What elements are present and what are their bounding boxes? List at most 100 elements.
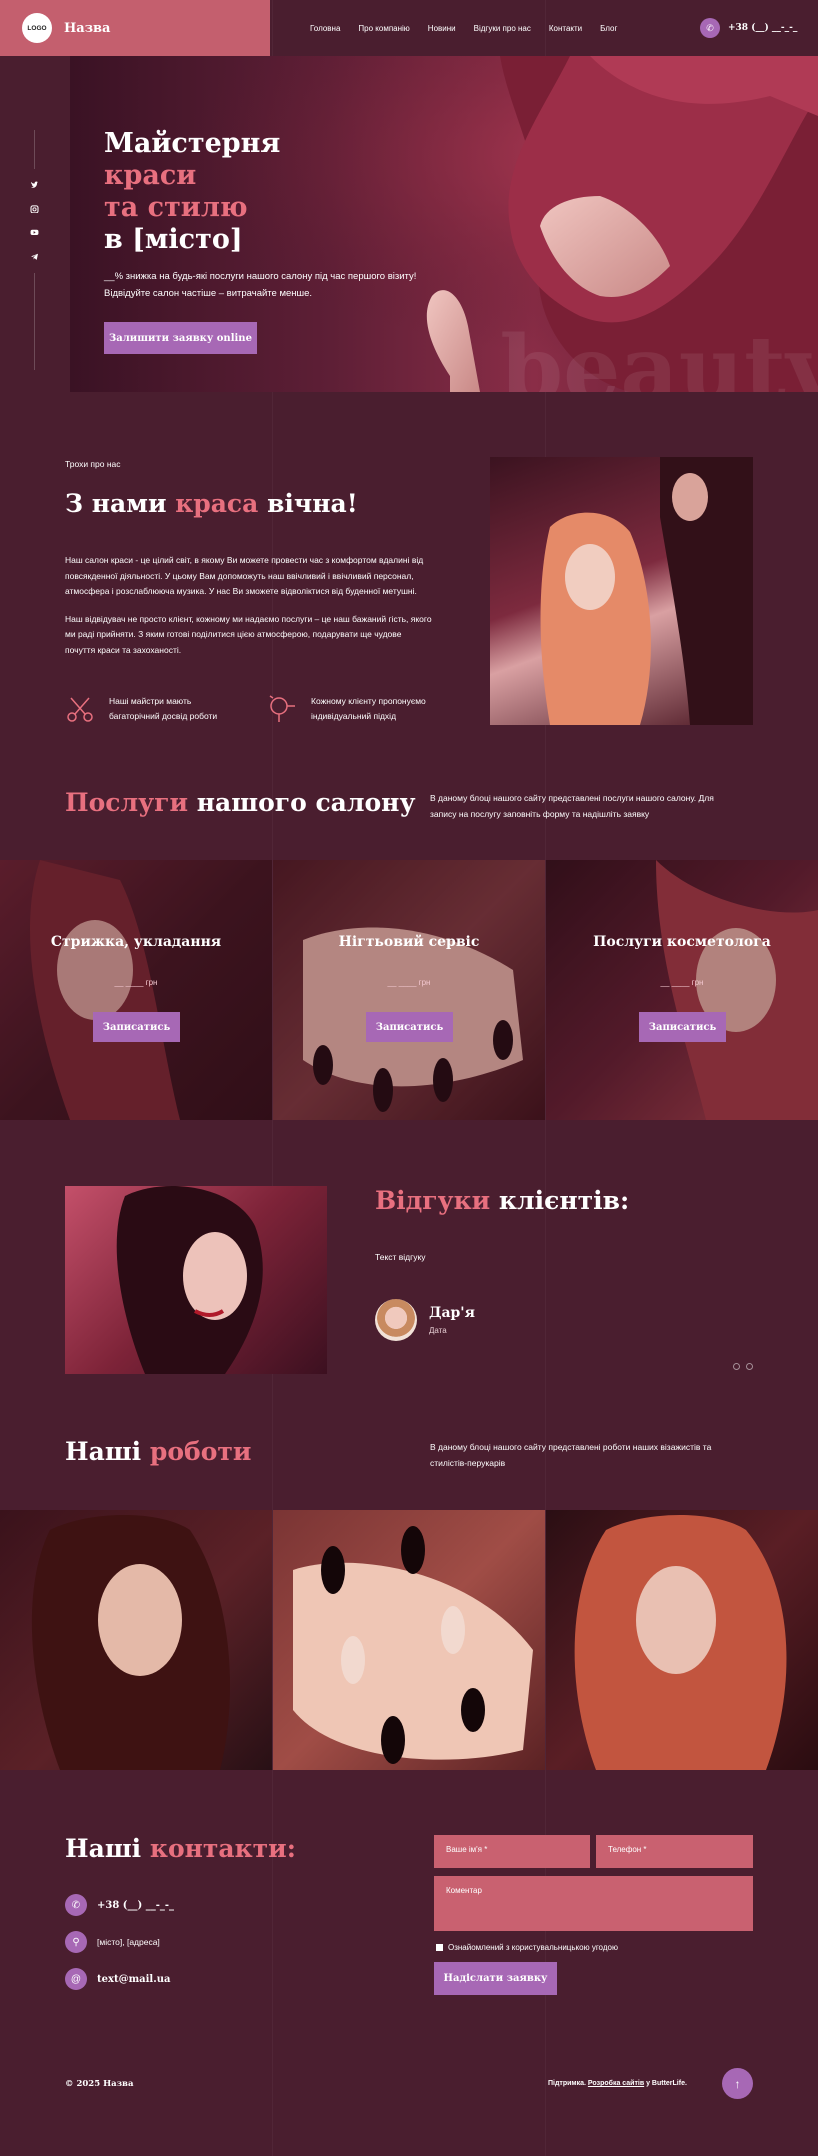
feature-text: індивідуальний підхід [311,711,397,721]
works-description: В даному блоці нашого сайту представлені… [430,1440,711,1471]
service-name: Нігтьовий сервіс [338,934,480,950]
works-title-accent: роботи [149,1437,252,1466]
about-title-accent: краса [175,489,259,518]
about-title-part: З нами [65,489,176,518]
work-photo-3[interactable] [546,1510,818,1770]
location-icon: ⚲ [65,1931,87,1953]
hero-title-line: в [місто] [104,224,243,255]
nav-home[interactable]: Головна [310,24,340,33]
nav-contacts[interactable]: Контакти [549,24,582,33]
review-text: Текст відгуку [375,1252,426,1262]
phone-icon: ✆ [700,18,720,38]
review-date: Дата [429,1326,447,1335]
instagram-icon[interactable] [29,204,39,214]
agree-checkbox[interactable] [436,1944,443,1951]
scissors-comb-icon [67,697,93,722]
services-title-accent: Послуги [65,788,188,817]
avatar [375,1299,417,1341]
review-image [65,1186,327,1374]
header-brand-bar: LOGO Назва [0,0,270,56]
divider [33,130,35,169]
service-name: Послуги косметолога [593,934,771,950]
nav-news[interactable]: Новини [428,24,456,33]
hero-text: __% знижка на будь-які послуги нашого са… [104,268,416,302]
support-text: Підтримка. [548,2080,588,2087]
service-price: __ ____ грн [387,978,431,987]
hairdresser-illustration [540,457,753,725]
contact-phone-text: +38 (__) __-_-_ [97,1899,175,1911]
book-cosmetology-button[interactable]: Записатись [639,1012,726,1042]
hero-cta-button[interactable]: Залишити заявку online [104,322,257,354]
header-phone[interactable]: ✆ +38 (__) __-_-_ [700,18,797,38]
work-photo-2[interactable] [273,1510,545,1770]
reviews-title-part: клієнтів: [490,1186,630,1215]
bob-haircut-illustration [116,1186,263,1374]
header-phone-number: +38 (__) __-_-_ [728,23,798,33]
services-description: В даному блоці нашого сайту представлені… [430,791,714,822]
contact-phone[interactable]: ✆ +38 (__) __-_-_ [65,1894,174,1916]
name-field[interactable]: Ваше ім'я * [434,1835,590,1868]
contacts-title: Наші контакти: [65,1834,296,1863]
about-text: Наш салон краси - це цілий світ, в якому… [65,553,432,658]
works-desc-line: В даному блоці нашого сайту представлені… [430,1442,712,1452]
scroll-top-button[interactable]: ↑ [722,2068,753,2099]
top-nav: Головна Про компанію Новини Відгуки про … [310,0,617,56]
logo[interactable]: LOGO [22,13,52,43]
contact-address-text: [місто], [адреса] [97,1937,160,1947]
work-photo-curls [31,1515,231,1770]
dev-link[interactable]: Розробка сайтів [588,2080,644,2087]
nav-reviews[interactable]: Відгуки про нас [474,24,531,33]
works-title: Наші роботи [65,1437,251,1466]
service-card-haircut: Стрижка, укладання __ ____ грн Записатис… [0,860,272,1120]
services-desc-line: запису на послугу заповніть форму та над… [430,808,650,819]
services-title: Послуги нашого салону [65,788,415,817]
nav-about[interactable]: Про компанію [358,24,409,33]
service-price: __ ____ грн [114,978,158,987]
book-haircut-button[interactable]: Записатись [93,1012,180,1042]
arrow-up-icon: ↑ [734,2076,741,2091]
hairdryer-icon [269,695,295,722]
submit-button[interactable]: Надіслати заявку [434,1962,557,1995]
youtube-icon[interactable] [30,228,39,237]
contact-address: ⚲ [місто], [адреса] [65,1931,160,1953]
contact-email[interactable]: @ text@mail.ua [65,1968,170,1990]
about-text-line: Наш салон краси - це цілий світ, в якому… [65,555,424,565]
divider [33,272,35,371]
contacts-title-accent: контакти: [149,1834,296,1863]
feature-text: багаторічний досвід роботи [109,711,218,721]
service-name: Стрижка, укладання [50,934,222,950]
feature-individual: Кожному клієнту пропонуємо індивідуальний… [267,694,426,724]
nav-blog[interactable]: Блог [600,24,617,33]
feature-text: Кожному клієнту пропонуємо [311,696,426,706]
work-photo-1[interactable] [0,1510,272,1770]
hero-title-line: краси [104,160,197,191]
pagination-dot[interactable] [733,1363,740,1370]
review-author: Дар'я Дата [375,1299,475,1341]
review-pagination [733,1363,753,1370]
book-nails-button[interactable]: Записатись [366,1012,453,1042]
reviews-title: Відгуки клієнтів: [375,1186,629,1215]
mail-icon: @ [65,1968,87,1990]
brand-name[interactable]: Назва [64,21,110,36]
copyright: © 2025 Назва [65,2079,134,2089]
feature-experience: Наші майстри мають багаторічний досвід ро… [65,694,217,724]
social-sidebar [28,130,40,371]
about-title-part: вічна! [258,489,358,518]
about-text-line: Наш відвідувач не просто клієнт, кожному… [65,613,432,624]
agree-checkbox-row[interactable]: Ознайомлений з користувальницькою угодою [436,1943,618,1952]
support-text: у ButterLife. [644,2080,687,2087]
about-text-line: атмосфера і розслаблююча музика. У нас В… [65,586,417,596]
comment-field[interactable]: Коментар [434,1876,753,1931]
phone-field[interactable]: Телефон * [596,1835,753,1868]
hero-text-line: __% знижка на будь-які послуги нашого са… [104,271,417,282]
hero-title-line: та стилю [104,192,248,223]
services-title-part: нашого салону [188,788,416,817]
pagination-dot[interactable] [746,1363,753,1370]
phone-icon: ✆ [65,1894,87,1916]
twitter-icon[interactable] [30,181,39,190]
about-text-line: повсякденної діяльності. У цьому Вам доп… [65,570,414,581]
about-title: З нами краса вічна! [65,489,358,518]
about-image [490,457,753,725]
hero-title: Майстерня краси та стилю в [місто] [104,128,280,256]
telegram-icon[interactable] [30,252,39,261]
